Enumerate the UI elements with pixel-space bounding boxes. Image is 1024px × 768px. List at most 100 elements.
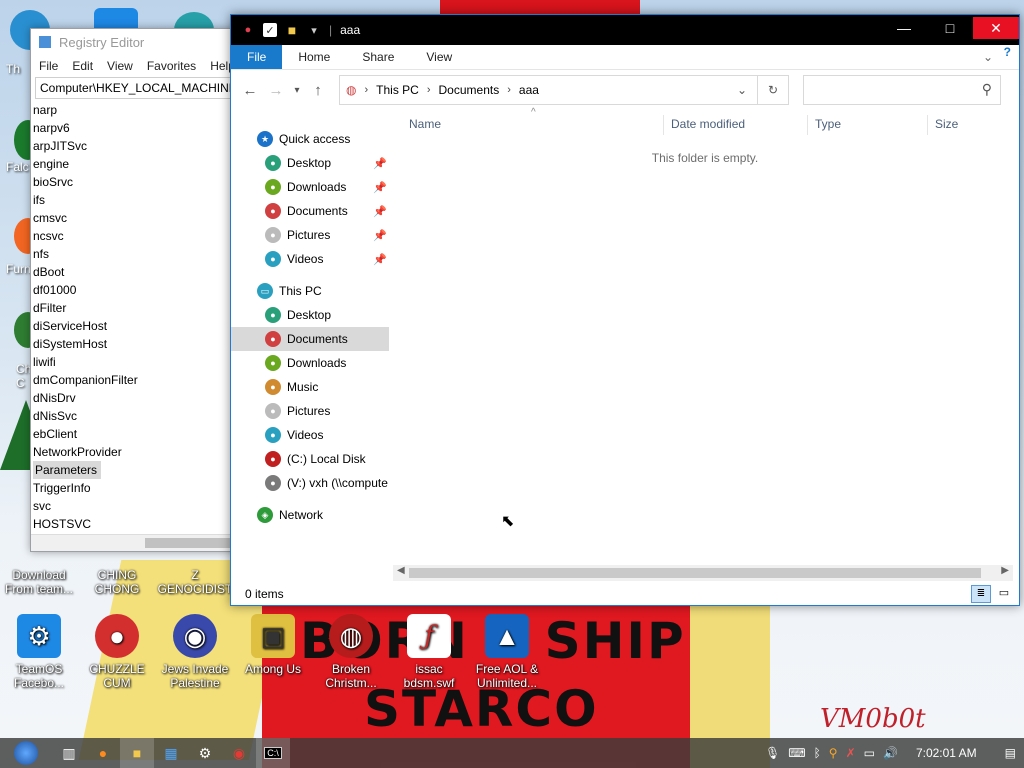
- sidebar-item-music[interactable]: ● Music: [231, 375, 389, 399]
- menu-favorites[interactable]: Favorites: [147, 59, 196, 73]
- large-icons-view-icon[interactable]: ▭: [995, 585, 1013, 601]
- cmd-button[interactable]: C:\: [256, 738, 290, 768]
- registry-key-item[interactable]: Parameters: [31, 461, 237, 479]
- registry-key-item[interactable]: bioSrvc: [31, 173, 237, 191]
- sidebar-item-documents[interactable]: ● Documents 📌: [231, 199, 389, 223]
- column-header-size[interactable]: Size: [935, 117, 958, 131]
- pin-icon[interactable]: 📌: [373, 229, 387, 242]
- registry-key-item[interactable]: dFilter: [31, 299, 237, 317]
- sidebar-item-desktop[interactable]: ● Desktop: [231, 303, 389, 327]
- search-tray-icon[interactable]: ⚲: [829, 746, 838, 760]
- breadcrumb-documents[interactable]: Documents: [439, 83, 500, 97]
- registry-key-item[interactable]: diSystemHost: [31, 335, 237, 353]
- forward-arrow-icon[interactable]: →: [263, 82, 289, 99]
- recent-locations-icon[interactable]: ▾: [289, 85, 305, 96]
- menu-view[interactable]: View: [107, 59, 133, 73]
- file-explorer-window[interactable]: ● ✓ ■ ▾ | aaa — □ ✕ File Home Share View…: [230, 14, 1020, 606]
- tab-file[interactable]: File: [231, 45, 283, 69]
- minimize-button[interactable]: —: [881, 17, 927, 39]
- desktop-icon-swf-file[interactable]: ƒ issac bdsm.swf: [390, 614, 468, 690]
- sidebar-item-pictures[interactable]: ● Pictures: [231, 399, 389, 423]
- scroll-right-icon[interactable]: ▶: [1001, 565, 1009, 576]
- pin-icon[interactable]: 📌: [373, 157, 387, 170]
- registry-key-item[interactable]: diServiceHost: [31, 317, 237, 335]
- tab-home[interactable]: Home: [282, 45, 346, 69]
- scroll-left-icon[interactable]: ◀: [397, 565, 405, 576]
- column-header-type[interactable]: Type: [815, 117, 841, 131]
- sidebar-item-videos[interactable]: ● Videos 📌: [231, 247, 389, 271]
- registry-title-bar[interactable]: Registry Editor: [31, 29, 237, 55]
- bluetooth-icon[interactable]: ᛒ: [814, 746, 821, 760]
- search-input[interactable]: ⚲: [803, 75, 1001, 105]
- registry-key-tree[interactable]: narp narpv6 arpJITSvc engine bioSrvc ifs cmsvc…: [31, 101, 237, 537]
- registry-key-item[interactable]: nfs: [31, 245, 237, 263]
- sidebar-item-videos[interactable]: ● Videos: [231, 423, 389, 447]
- sidebar-item-downloads[interactable]: ● Downloads: [231, 351, 389, 375]
- registry-key-item[interactable]: ifs: [31, 191, 237, 209]
- sidebar-item-v-vxh-compute[interactable]: ● (V:) vxh (\\compute: [231, 471, 389, 495]
- column-header-date-modified[interactable]: Date modified: [671, 117, 745, 131]
- column-divider[interactable]: [807, 115, 808, 135]
- registry-key-item[interactable]: narpv6: [31, 119, 237, 137]
- address-bar[interactable]: ◍ › This PC › Documents › aaa ⌄ ↻: [339, 75, 789, 105]
- sidebar-item-c-local-disk[interactable]: ● (C:) Local Disk: [231, 447, 389, 471]
- registry-key-item[interactable]: NetworkProvider: [31, 443, 237, 461]
- column-divider[interactable]: [927, 115, 928, 135]
- breadcrumb-chevron-icon[interactable]: ›: [427, 84, 431, 96]
- breadcrumb-chevron-icon[interactable]: ›: [364, 84, 368, 96]
- scrollbar-thumb[interactable]: [145, 538, 231, 548]
- pin-icon[interactable]: 📌: [373, 181, 387, 194]
- registry-key-item[interactable]: cmsvc: [31, 209, 237, 227]
- nav-quick-access[interactable]: ★ Quick access: [231, 127, 389, 151]
- tab-share[interactable]: Share: [346, 45, 410, 69]
- scrollbar-thumb[interactable]: [409, 568, 981, 578]
- clock[interactable]: 7:02:01 AM: [916, 746, 977, 760]
- menu-edit[interactable]: Edit: [72, 59, 93, 73]
- nav-this-pc[interactable]: ▭ This PC: [231, 279, 389, 303]
- registry-key-item[interactable]: svc: [31, 497, 237, 515]
- chrome-button[interactable]: ◉: [222, 738, 256, 768]
- breadcrumb-chevron-icon[interactable]: ›: [507, 84, 511, 96]
- mic-icon[interactable]: 🎙: [765, 746, 780, 760]
- settings-button[interactable]: ⚙: [188, 738, 222, 768]
- registry-key-item[interactable]: engine: [31, 155, 237, 173]
- network-icon[interactable]: ▭: [864, 746, 875, 760]
- expand-ribbon-icon[interactable]: ⌄: [983, 50, 993, 64]
- registry-key-item[interactable]: ebClient: [31, 425, 237, 443]
- firefox-button[interactable]: ●: [86, 738, 120, 768]
- file-list[interactable]: Name ^ Date modified Type Size This fold…: [391, 107, 1019, 567]
- chevron-down-icon[interactable]: ▾: [307, 23, 321, 37]
- column-header-name[interactable]: Name: [409, 117, 441, 131]
- pin-icon[interactable]: 📌: [373, 253, 387, 266]
- explorer-title-bar[interactable]: ● ✓ ■ ▾ | aaa — □ ✕: [231, 15, 1019, 45]
- pin-icon[interactable]: 📌: [373, 205, 387, 218]
- registry-key-item[interactable]: arpJITSvc: [31, 137, 237, 155]
- desktop-icon-jews-invade[interactable]: ◉ Jews Invade Palestine: [156, 614, 234, 690]
- desktop-icon-chuzzle[interactable]: ● CHUZZLE CUM: [78, 614, 156, 690]
- help-icon[interactable]: ?: [1004, 45, 1011, 59]
- nav-network[interactable]: ◈ Network: [231, 503, 389, 527]
- tab-view[interactable]: View: [410, 45, 468, 69]
- input-icon[interactable]: ⌨: [788, 746, 805, 760]
- desktop-icon-aol[interactable]: ▲ Free AOL & Unlimited...: [468, 614, 546, 690]
- desktop-icon-among-us[interactable]: ▣ Among Us: [234, 614, 312, 676]
- registry-key-item[interactable]: HOSTSVC: [31, 515, 237, 533]
- refresh-icon[interactable]: ↻: [757, 76, 788, 104]
- store-button[interactable]: ▦: [154, 738, 188, 768]
- breadcrumb-aaa[interactable]: aaa: [519, 83, 539, 97]
- up-arrow-icon[interactable]: ↑: [305, 82, 331, 99]
- registry-horizontal-scrollbar[interactable]: [31, 534, 237, 551]
- volume-icon[interactable]: 🔊: [883, 746, 898, 760]
- registry-key-item[interactable]: dBoot: [31, 263, 237, 281]
- start-button[interactable]: [0, 738, 52, 768]
- registry-key-item[interactable]: liwifi: [31, 353, 237, 371]
- column-divider[interactable]: [663, 115, 664, 135]
- registry-key-item[interactable]: dNisDrv: [31, 389, 237, 407]
- details-view-icon[interactable]: ≣: [971, 585, 991, 603]
- registry-editor-window[interactable]: Registry Editor File Edit View Favorites…: [30, 28, 238, 552]
- notifications-icon[interactable]: ▤: [1005, 746, 1016, 760]
- sidebar-item-documents[interactable]: ● Documents: [231, 327, 389, 351]
- registry-key-item[interactable]: narp: [31, 101, 237, 119]
- properties-icon[interactable]: ✓: [263, 23, 277, 37]
- navigation-pane[interactable]: ★ Quick access ● Desktop 📌 ● Downloads 📌 ● Docume…: [231, 123, 389, 563]
